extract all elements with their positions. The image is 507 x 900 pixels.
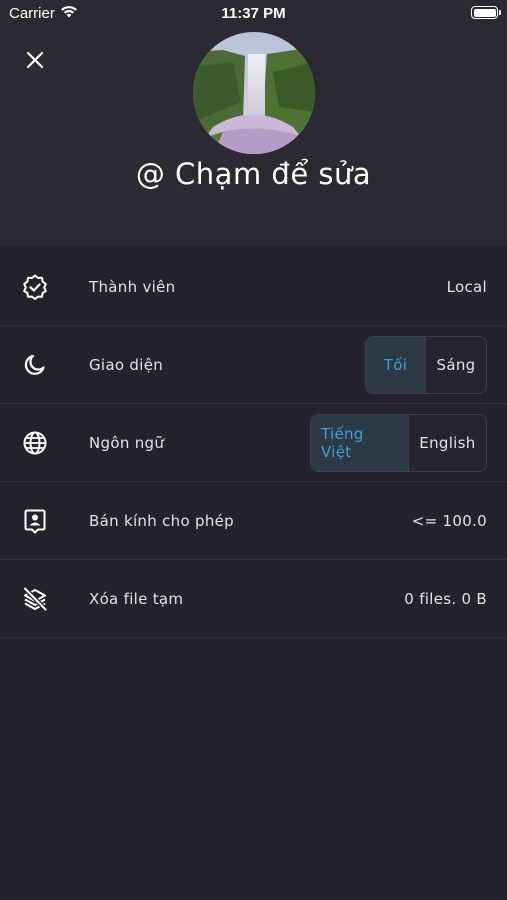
theme-option-dark[interactable]: Tối [366,336,426,393]
language-label: Ngôn ngữ [89,433,165,452]
globe-icon [21,429,49,457]
settings-row-clear-temp[interactable]: Xóa file tạm 0 files. 0 B [0,560,507,638]
moon-icon [21,351,49,379]
theme-option-light[interactable]: Sáng [425,336,486,393]
clear-temp-value: 0 files. 0 B [404,589,487,608]
language-option-vietnamese[interactable]: Tiếng Việt [311,414,408,471]
language-option-english[interactable]: English [407,414,486,471]
membership-value: Local [446,277,487,296]
settings-row-theme: Giao diện Tối Sáng [0,326,507,404]
settings-list: Thành viên Local Giao diện Tối Sáng Ngôn… [0,248,507,638]
profile-header: Carrier 11:37 PM @ Chạm để sửa [0,0,507,245]
clear-temp-label: Xóa file tạm [89,589,184,608]
battery-icon [471,6,501,19]
theme-segmented-control: Tối Sáng [365,335,487,394]
radius-value: <= 100.0 [411,511,487,530]
status-time: 11:37 PM [221,5,286,22]
radius-label: Bán kính cho phép [89,511,234,530]
language-segmented-control: Tiếng Việt English [310,413,487,472]
layers-off-icon [21,585,49,613]
settings-row-membership: Thành viên Local [0,248,507,326]
close-button[interactable] [20,45,50,75]
close-icon [26,51,44,69]
profile-name-edit[interactable]: @ Chạm để sửa [0,157,507,191]
settings-row-radius[interactable]: Bán kính cho phép <= 100.0 [0,482,507,560]
avatar[interactable] [193,32,315,154]
theme-label: Giao diện [89,355,164,374]
membership-label: Thành viên [89,277,176,296]
status-bar: Carrier 11:37 PM [0,0,507,28]
id-badge-icon [21,507,49,535]
settings-row-language: Ngôn ngữ Tiếng Việt English [0,404,507,482]
verified-badge-icon [21,273,49,301]
